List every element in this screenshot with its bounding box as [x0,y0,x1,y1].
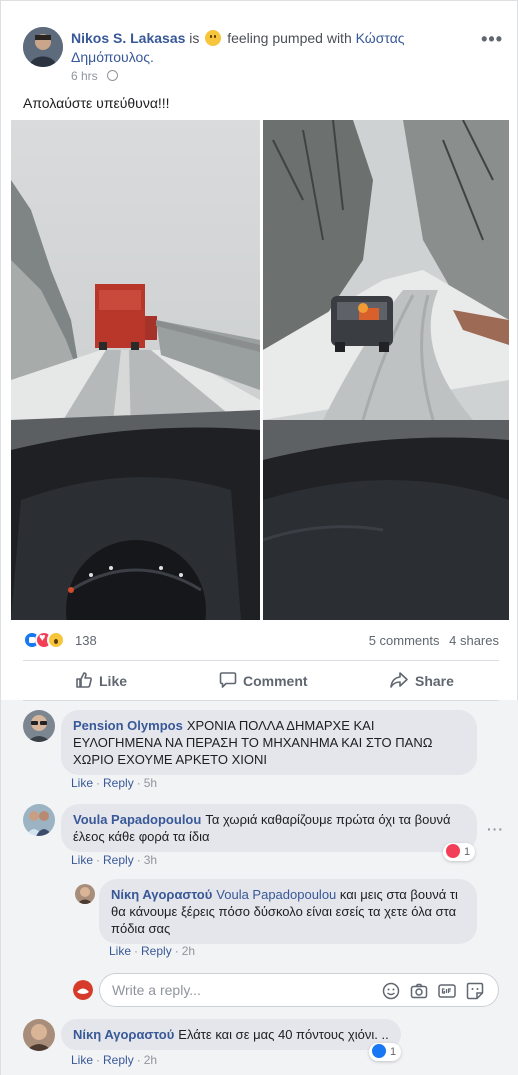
commenter-name[interactable]: Voula Papadopoulou [73,812,201,827]
comment-bubble: Νίκη Αγοραστού Ελάτε και σε μας 40 πόντου… [61,1019,401,1050]
globe-icon[interactable] [107,70,119,81]
divider [23,700,499,701]
replier-name[interactable]: Νίκη Αγοραστού [111,887,212,902]
post-actions: Like Comment Share [23,663,499,699]
feeling-text: feeling pumped with [227,30,352,46]
share-label: Share [415,673,454,689]
comment-reply-link[interactable]: Reply [103,853,134,867]
comment-like-link[interactable]: Like [71,1053,93,1067]
comment-options-icon[interactable]: ··· [487,821,504,837]
snow-road-jeep-photo[interactable] [263,120,509,620]
snow-road-truck-photo[interactable] [11,120,260,620]
more-options-icon[interactable]: ••• [481,29,503,50]
comment-button[interactable]: Comment [219,663,308,699]
gif-icon[interactable] [438,982,456,1000]
current-user-avatar [73,980,93,1000]
commenter-avatar[interactable] [23,804,55,836]
stats-right: 5 comments 4 shares [363,633,499,648]
reply-input[interactable] [112,981,372,999]
is-text: is [189,30,200,46]
author-avatar[interactable] [23,27,63,67]
reply-bubble: Νίκη Αγοραστού Voula Papadopoulou και μει… [99,879,477,944]
comment-time[interactable]: 3h [144,853,157,867]
divider [23,660,499,661]
mention-link[interactable]: Voula Papadopoulou [216,887,336,902]
post-time[interactable]: 6 hrs [71,69,98,83]
comment-reaction-count: 1 [464,846,471,858]
reaction-count[interactable]: 138 [75,633,97,648]
feeling-emoji-icon [205,30,222,46]
comment-reaction-count: 1 [390,1046,397,1058]
commenter-avatar[interactable] [23,1019,55,1051]
wow-reaction-icon [47,631,65,649]
reply-actions: Like · Reply · 2h [109,944,196,958]
comment-actions: Like · Reply · 5h [71,776,158,790]
sticker-icon[interactable] [466,982,484,1000]
share-icon [389,666,409,702]
comment-reaction[interactable]: 1 [443,843,476,861]
comment-bubble: Pension Olympos ΧΡΟΝΙΑ ΠΟΛΛΑ ΔΗΜΑΡΧΕ ΚΑΙ … [61,710,477,775]
like-button[interactable]: Like [75,663,127,699]
reply-input-box[interactable] [99,973,499,1007]
post-stats: 138 5 comments 4 shares [23,631,499,651]
reply-time[interactable]: 2h [182,944,195,958]
post-text: Απολαύστε υπεύθυνα!!! [23,95,170,111]
thumbs-up-icon [75,666,93,702]
love-reaction-icon [446,844,460,858]
comment-reply-link[interactable]: Reply [103,776,134,790]
comment-time[interactable]: 2h [144,1053,157,1067]
like-reaction-icon [372,1044,386,1058]
reply-reply-link[interactable]: Reply [141,944,172,958]
comment-label: Comment [243,673,308,689]
post-header-text: Nikos S. Lakasas is feeling pumped with … [71,29,451,67]
author-name[interactable]: Nikos S. Lakasas [71,30,185,46]
comments-count[interactable]: 5 comments [369,633,440,648]
commenter-avatar[interactable] [23,710,55,742]
comment-bubble: Voula Papadopoulou Τα χωριά καθαρίζουμε π… [61,804,477,852]
replier-avatar[interactable] [75,884,95,904]
share-button[interactable]: Share [389,663,454,699]
comment-like-link[interactable]: Like [71,776,93,790]
comment-icon [219,666,237,702]
camera-icon[interactable] [410,982,428,1000]
comment-actions: Like · Reply · 2h [71,1053,158,1067]
comment-reaction[interactable]: 1 [369,1043,402,1061]
shares-count[interactable]: 4 shares [449,633,499,648]
emoji-icon[interactable] [382,982,400,1000]
comment-time[interactable]: 5h [144,776,157,790]
comment-actions: Like · Reply · 3h [71,853,158,867]
post-card: Nikos S. Lakasas is feeling pumped with … [0,0,518,1075]
commenter-name[interactable]: Νίκη Αγοραστού [73,1027,174,1042]
comment-reply-link[interactable]: Reply [103,1053,134,1067]
commenter-name[interactable]: Pension Olympos [73,718,183,733]
post-photos [11,120,509,620]
comment-text: Ελάτε και σε μας 40 πόντους χιόνι. .. [178,1027,389,1042]
like-label: Like [99,673,128,689]
comment-like-link[interactable]: Like [71,853,93,867]
reply-like-link[interactable]: Like [109,944,131,958]
post-header: Nikos S. Lakasas is feeling pumped with … [23,27,503,87]
post-meta: 6 hrs [71,69,119,83]
